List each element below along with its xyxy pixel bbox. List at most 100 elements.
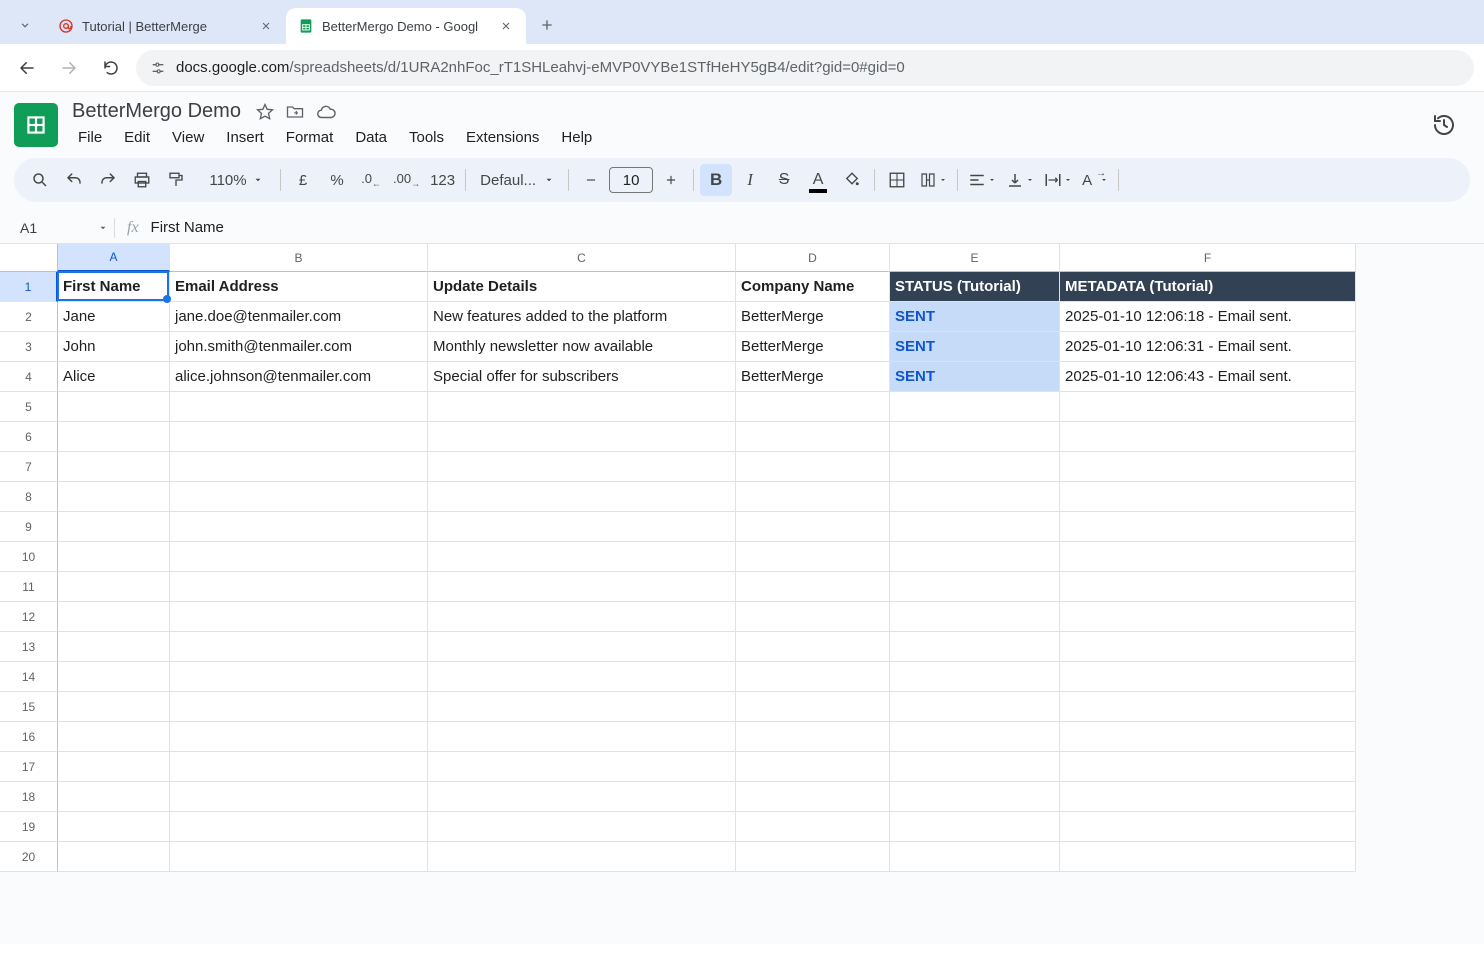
cell[interactable] (428, 452, 736, 482)
cell[interactable] (736, 752, 890, 782)
cell[interactable] (428, 662, 736, 692)
cell[interactable]: SENT (890, 332, 1060, 362)
cell[interactable] (890, 782, 1060, 812)
cell[interactable] (736, 722, 890, 752)
cell[interactable] (428, 542, 736, 572)
cell[interactable] (890, 752, 1060, 782)
undo-button[interactable] (58, 164, 90, 196)
row-header[interactable]: 17 (0, 752, 58, 782)
cloud-status[interactable] (315, 101, 337, 123)
cell[interactable] (428, 842, 736, 872)
cell[interactable] (890, 812, 1060, 842)
cell[interactable] (1060, 512, 1356, 542)
row-header[interactable]: 16 (0, 722, 58, 752)
cell[interactable] (428, 482, 736, 512)
column-header[interactable]: E (890, 244, 1060, 272)
cell[interactable] (890, 422, 1060, 452)
cell[interactable] (170, 512, 428, 542)
cell[interactable] (170, 392, 428, 422)
cell[interactable] (1060, 572, 1356, 602)
cell[interactable] (736, 632, 890, 662)
cell[interactable]: jane.doe@tenmailer.com (170, 302, 428, 332)
cell[interactable] (736, 662, 890, 692)
cell[interactable] (428, 752, 736, 782)
print-button[interactable] (126, 164, 158, 196)
cell[interactable] (890, 542, 1060, 572)
cell[interactable] (170, 812, 428, 842)
cell[interactable] (890, 842, 1060, 872)
row-header[interactable]: 11 (0, 572, 58, 602)
cell[interactable] (890, 392, 1060, 422)
history-button[interactable] (1424, 105, 1464, 145)
cell[interactable] (170, 842, 428, 872)
cell[interactable]: john.smith@tenmailer.com (170, 332, 428, 362)
cell[interactable]: Jane (58, 302, 170, 332)
menu-help[interactable]: Help (551, 125, 602, 150)
cell[interactable]: 2025-01-10 12:06:31 - Email sent. (1060, 332, 1356, 362)
browser-tab[interactable]: Tutorial | BetterMerge (46, 8, 286, 44)
cell[interactable] (58, 572, 170, 602)
redo-button[interactable] (92, 164, 124, 196)
borders-button[interactable] (881, 164, 913, 196)
cell[interactable] (58, 512, 170, 542)
row-header[interactable]: 4 (0, 362, 58, 392)
row-header[interactable]: 10 (0, 542, 58, 572)
grid-area[interactable]: ABCDEF 1234567891011121314151617181920 F… (0, 244, 1484, 944)
cell[interactable] (428, 722, 736, 752)
font-size-input[interactable]: 10 (609, 167, 653, 193)
url-input[interactable]: docs.google.com/spreadsheets/d/1URA2nhFo… (136, 50, 1474, 86)
tab-close-button[interactable] (258, 18, 274, 34)
cell[interactable]: First Name (58, 272, 170, 302)
merge-cells-button[interactable] (915, 164, 951, 196)
cell[interactable] (736, 542, 890, 572)
cell[interactable] (736, 482, 890, 512)
cell[interactable] (890, 482, 1060, 512)
cell[interactable]: New features added to the platform (428, 302, 736, 332)
cells-area[interactable]: First NameEmail AddressUpdate DetailsCom… (58, 272, 1356, 872)
row-header[interactable]: 8 (0, 482, 58, 512)
cell[interactable]: Monthly newsletter now available (428, 332, 736, 362)
cell[interactable] (58, 752, 170, 782)
strikethrough-button[interactable]: S (768, 164, 800, 196)
cell[interactable] (1060, 632, 1356, 662)
row-header[interactable]: 3 (0, 332, 58, 362)
cell[interactable]: Special offer for subscribers (428, 362, 736, 392)
column-header[interactable]: A (58, 244, 170, 272)
cell[interactable] (58, 812, 170, 842)
cell[interactable] (58, 422, 170, 452)
name-box[interactable]: A1 (10, 220, 114, 236)
column-header[interactable]: F (1060, 244, 1356, 272)
cell[interactable]: SENT (890, 362, 1060, 392)
reload-button[interactable] (94, 51, 128, 85)
currency-button[interactable]: £ (287, 164, 319, 196)
cell[interactable] (1060, 782, 1356, 812)
cell[interactable] (736, 422, 890, 452)
menu-file[interactable]: File (68, 125, 112, 150)
menu-edit[interactable]: Edit (114, 125, 160, 150)
cell[interactable] (170, 722, 428, 752)
menu-data[interactable]: Data (345, 125, 397, 150)
row-header[interactable]: 2 (0, 302, 58, 332)
cell[interactable] (428, 812, 736, 842)
cell[interactable] (58, 782, 170, 812)
percent-button[interactable]: % (321, 164, 353, 196)
text-wrap-button[interactable] (1040, 164, 1076, 196)
bold-button[interactable]: B (700, 164, 732, 196)
cell[interactable] (170, 452, 428, 482)
cell[interactable]: Update Details (428, 272, 736, 302)
text-color-button[interactable]: A (802, 164, 834, 196)
tab-close-button[interactable] (498, 18, 514, 34)
cell[interactable] (428, 392, 736, 422)
cell[interactable] (428, 422, 736, 452)
horizontal-align-button[interactable] (964, 164, 1000, 196)
decrease-font-size-button[interactable] (575, 164, 607, 196)
cell[interactable] (890, 602, 1060, 632)
row-header[interactable]: 9 (0, 512, 58, 542)
cell[interactable] (1060, 542, 1356, 572)
menu-view[interactable]: View (162, 125, 214, 150)
row-header[interactable]: 20 (0, 842, 58, 872)
row-header[interactable]: 14 (0, 662, 58, 692)
menu-tools[interactable]: Tools (399, 125, 454, 150)
cell[interactable] (58, 842, 170, 872)
menu-extensions[interactable]: Extensions (456, 125, 549, 150)
